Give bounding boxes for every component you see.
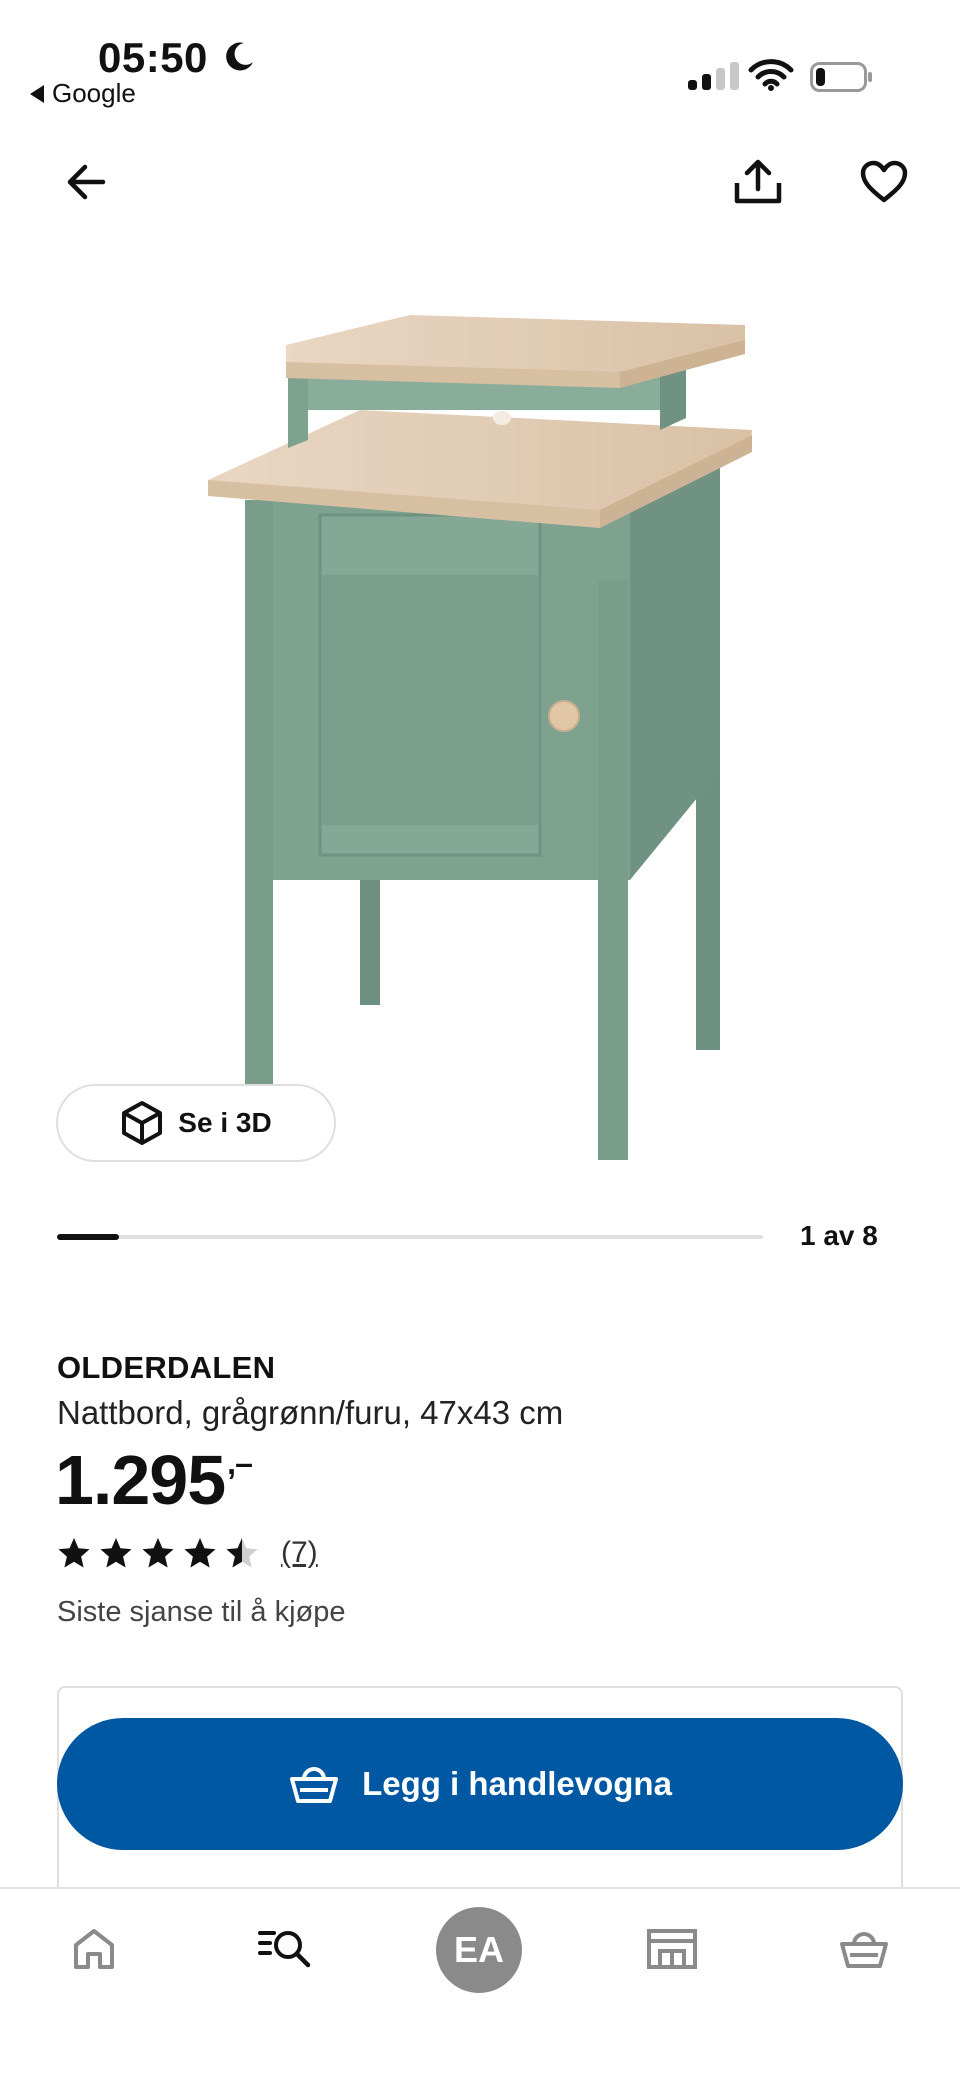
cellular-signal-icon: [688, 62, 739, 90]
battery-icon: [810, 62, 872, 92]
nav-home[interactable]: [44, 1889, 144, 2009]
heart-icon: [860, 160, 908, 203]
image-pager-track[interactable]: [57, 1234, 763, 1240]
review-count-link[interactable]: (7): [281, 1536, 318, 1570]
back-button[interactable]: [54, 150, 118, 214]
search-icon: [258, 1931, 311, 1968]
bottom-nav: EA: [0, 1887, 960, 2087]
nav-profile-avatar[interactable]: EA: [436, 1907, 522, 1993]
nav-search[interactable]: [236, 1889, 336, 2009]
share-icon: [734, 159, 782, 204]
product-rating[interactable]: (7): [57, 1536, 318, 1570]
price-value: 1.295: [55, 1441, 226, 1519]
arrow-left-icon: [67, 164, 106, 200]
status-bar: 05:50 Google: [0, 0, 960, 120]
wifi-icon: [748, 59, 794, 91]
favorite-button[interactable]: [852, 150, 916, 214]
store-icon: [647, 1929, 697, 1969]
product-description: Nattbord, grågrønn/furu, 47x43 cm: [57, 1394, 564, 1431]
rating-stars: [57, 1536, 259, 1570]
star-icon: [58, 1538, 90, 1568]
star-icon: [226, 1538, 258, 1568]
top-nav: [0, 150, 960, 230]
image-pager-label: 1 av 8: [800, 1220, 878, 1251]
view-3d-label: Se i 3D: [178, 1107, 272, 1138]
add-to-cart-label: Legg i handlevogna: [362, 1765, 672, 1802]
star-icon: [100, 1538, 132, 1568]
moon-icon: [226, 42, 253, 71]
back-app-label: Google: [52, 78, 136, 108]
product-image[interactable]: [190, 300, 770, 1170]
shopping-basket-icon: [290, 1767, 339, 1803]
availability-note: Siste sjanse til å kjøpe: [57, 1596, 346, 1628]
product-name: OLDERDALEN: [57, 1350, 276, 1385]
add-to-cart-button[interactable]: Legg i handlevogna: [57, 1718, 903, 1850]
star-icon: [184, 1538, 216, 1568]
view-3d-button[interactable]: Se i 3D: [56, 1084, 336, 1162]
shopping-basket-icon: [840, 1932, 888, 1968]
cube-icon: [122, 1101, 163, 1145]
nav-store[interactable]: [622, 1889, 722, 2009]
share-button[interactable]: [726, 150, 790, 214]
product-price: 1.295,–: [55, 1440, 253, 1520]
star-icon: [142, 1538, 174, 1568]
home-icon: [74, 1929, 114, 1969]
back-to-google-link[interactable]: Google: [30, 78, 136, 109]
nav-cart[interactable]: [814, 1889, 914, 2009]
price-suffix: ,–: [227, 1445, 253, 1481]
status-time: 05:50: [98, 34, 208, 81]
image-pager-progress: [57, 1234, 119, 1240]
back-triangle-icon: [30, 84, 44, 103]
